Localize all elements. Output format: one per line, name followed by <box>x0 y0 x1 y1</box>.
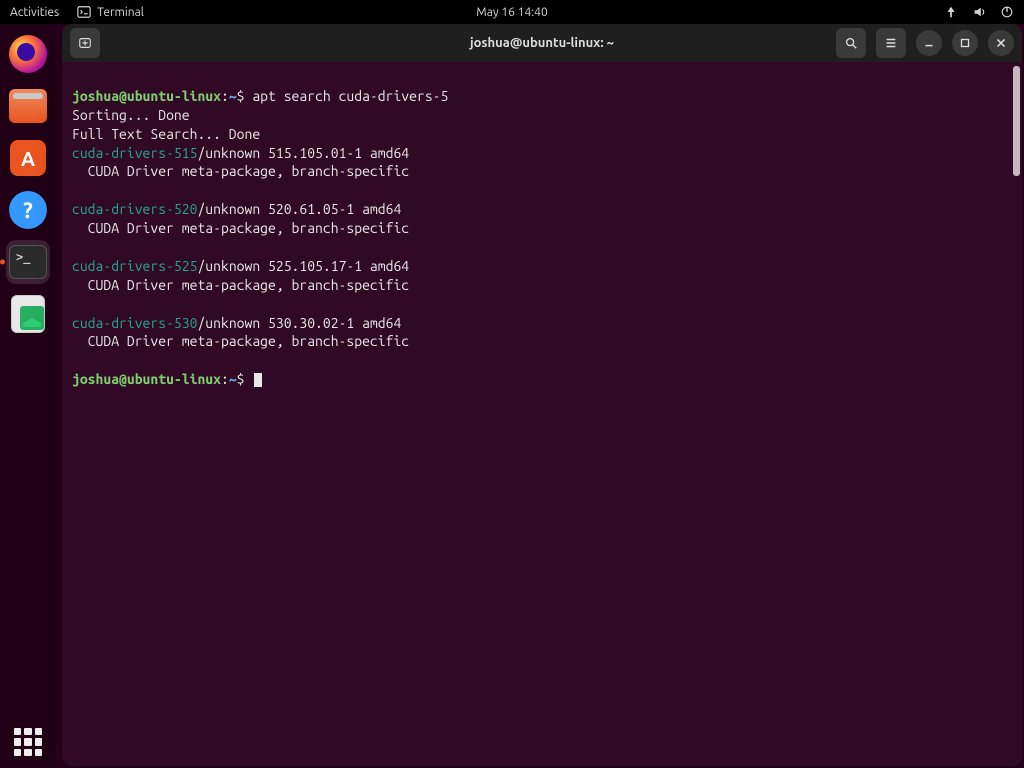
terminal-body[interactable]: joshua@ubuntu-linux:~$ apt search cuda-d… <box>62 62 1022 766</box>
maximize-icon <box>958 36 972 50</box>
dock: A ? <box>0 24 56 768</box>
hamburger-icon <box>884 36 898 50</box>
new-tab-icon <box>78 36 92 50</box>
activities-button[interactable]: Activities <box>10 6 59 19</box>
scrollbar-thumb[interactable] <box>1013 66 1020 176</box>
new-tab-button[interactable] <box>70 28 100 58</box>
topbar-app-label: Terminal <box>97 6 144 19</box>
window-title: joshua@ubuntu-linux: ~ <box>470 36 614 50</box>
search-result: cuda-drivers-515/unknown 515.105.01-1 am… <box>72 145 409 161</box>
terminal-window: joshua@ubuntu-linux: ~ <box>62 24 1022 766</box>
dock-item-firefox[interactable] <box>6 32 50 76</box>
close-button[interactable] <box>988 30 1014 56</box>
search-button[interactable] <box>836 28 866 58</box>
apps-grid-icon <box>14 728 42 756</box>
entered-command: apt search cuda-drivers-5 <box>252 88 448 104</box>
dock-item-terminal[interactable] <box>6 240 50 284</box>
search-result-desc: CUDA Driver meta-package, branch-specifi… <box>72 163 409 179</box>
volume-icon[interactable] <box>972 5 986 19</box>
topbar-clock[interactable]: May 16 14:40 <box>476 6 547 19</box>
search-icon <box>844 36 858 50</box>
maximize-button[interactable] <box>952 30 978 56</box>
search-result: cuda-drivers-520/unknown 520.61.05-1 amd… <box>72 201 401 217</box>
cursor <box>254 373 262 387</box>
firefox-icon <box>9 35 47 73</box>
network-icon[interactable] <box>944 5 958 19</box>
terminal-app-icon <box>9 245 47 279</box>
trash-icon <box>11 295 45 333</box>
software-icon: A <box>10 140 46 176</box>
search-result: cuda-drivers-525/unknown 525.105.17-1 am… <box>72 258 409 274</box>
search-result-desc: CUDA Driver meta-package, branch-specifi… <box>72 220 409 236</box>
show-applications-button[interactable] <box>0 728 56 756</box>
power-icon[interactable] <box>1000 5 1014 19</box>
status-line: Sorting... Done <box>72 107 190 123</box>
window-titlebar: joshua@ubuntu-linux: ~ <box>62 24 1022 62</box>
prompt-line: joshua@ubuntu-linux:~$ <box>72 371 262 387</box>
dock-item-trash[interactable] <box>6 292 50 336</box>
prompt-line: joshua@ubuntu-linux:~$ apt search cuda-d… <box>72 88 448 104</box>
search-result-desc: CUDA Driver meta-package, branch-specifi… <box>72 333 409 349</box>
search-result: cuda-drivers-530/unknown 530.30.02-1 amd… <box>72 315 401 331</box>
terminal-icon <box>77 5 91 19</box>
gnome-top-bar: Activities Terminal May 16 14:40 <box>0 0 1024 24</box>
files-icon <box>9 89 47 123</box>
close-icon <box>994 36 1008 50</box>
minimize-button[interactable] <box>916 30 942 56</box>
menu-button[interactable] <box>876 28 906 58</box>
dock-item-files[interactable] <box>6 84 50 128</box>
minimize-icon <box>922 36 936 50</box>
topbar-app-indicator[interactable]: Terminal <box>77 5 144 19</box>
help-icon: ? <box>9 191 47 229</box>
dock-item-help[interactable]: ? <box>6 188 50 232</box>
status-line: Full Text Search... Done <box>72 126 260 142</box>
search-result-desc: CUDA Driver meta-package, branch-specifi… <box>72 277 409 293</box>
dock-item-ubuntu-software[interactable]: A <box>6 136 50 180</box>
